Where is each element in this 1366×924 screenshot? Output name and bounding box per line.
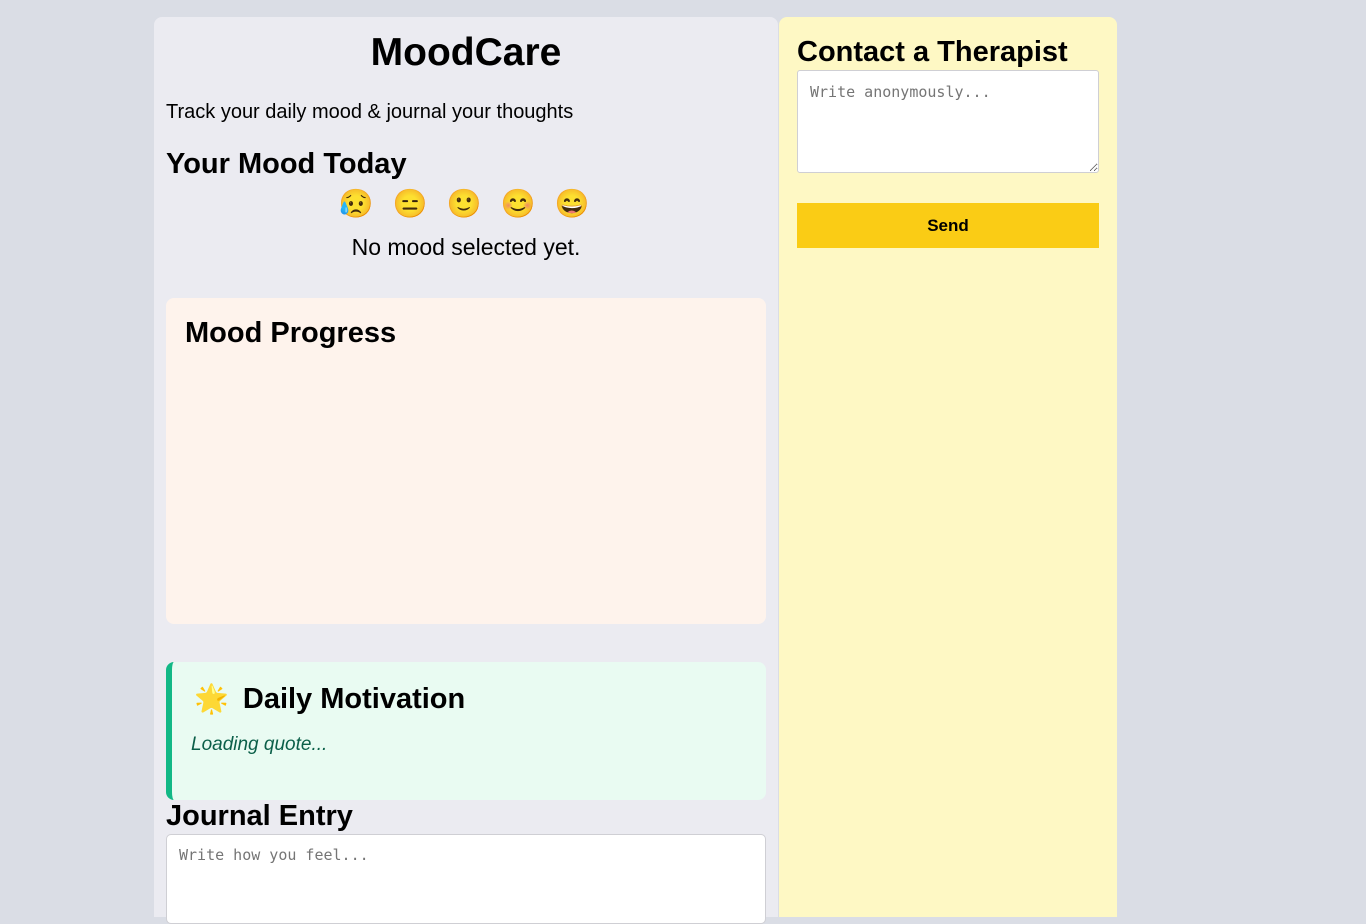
mood-progress-heading: Mood Progress xyxy=(185,317,397,349)
daily-motivation-card: 🌟 Daily Motivation Loading quote... xyxy=(166,662,766,800)
app-tagline: Track your daily mood & journal your tho… xyxy=(166,101,574,123)
mood-option-smiling[interactable]: 😊 xyxy=(500,187,536,221)
star-icon: 🌟 xyxy=(194,683,229,714)
therapist-message-input[interactable] xyxy=(797,70,1099,173)
daily-motivation-heading: Daily Motivation xyxy=(242,683,466,715)
mood-option-grinning[interactable]: 😄 xyxy=(554,187,590,221)
daily-motivation-header: 🌟 Daily Motivation xyxy=(194,682,465,716)
send-button[interactable]: Send xyxy=(797,203,1099,248)
journal-heading: Journal Entry xyxy=(166,800,353,832)
mood-option-neutral[interactable]: 😑 xyxy=(392,187,428,221)
mood-progress-card: Mood Progress xyxy=(166,298,766,624)
therapist-panel: Contact a Therapist Send xyxy=(779,17,1117,917)
journal-entry-input[interactable] xyxy=(166,834,766,924)
therapist-heading: Contact a Therapist xyxy=(797,36,1068,68)
mood-selector: 😥 😑 🙂 😊 😄 xyxy=(338,187,590,221)
app-title: MoodCare xyxy=(370,31,562,74)
mood-option-crying[interactable]: 😥 xyxy=(338,187,374,221)
mood-heading: Your Mood Today xyxy=(166,148,407,180)
mood-status: No mood selected yet. xyxy=(351,234,581,260)
main-panel: MoodCare Track your daily mood & journal… xyxy=(154,17,778,924)
mood-option-slight-smile[interactable]: 🙂 xyxy=(446,187,482,221)
motivation-quote: Loading quote... xyxy=(191,734,328,755)
